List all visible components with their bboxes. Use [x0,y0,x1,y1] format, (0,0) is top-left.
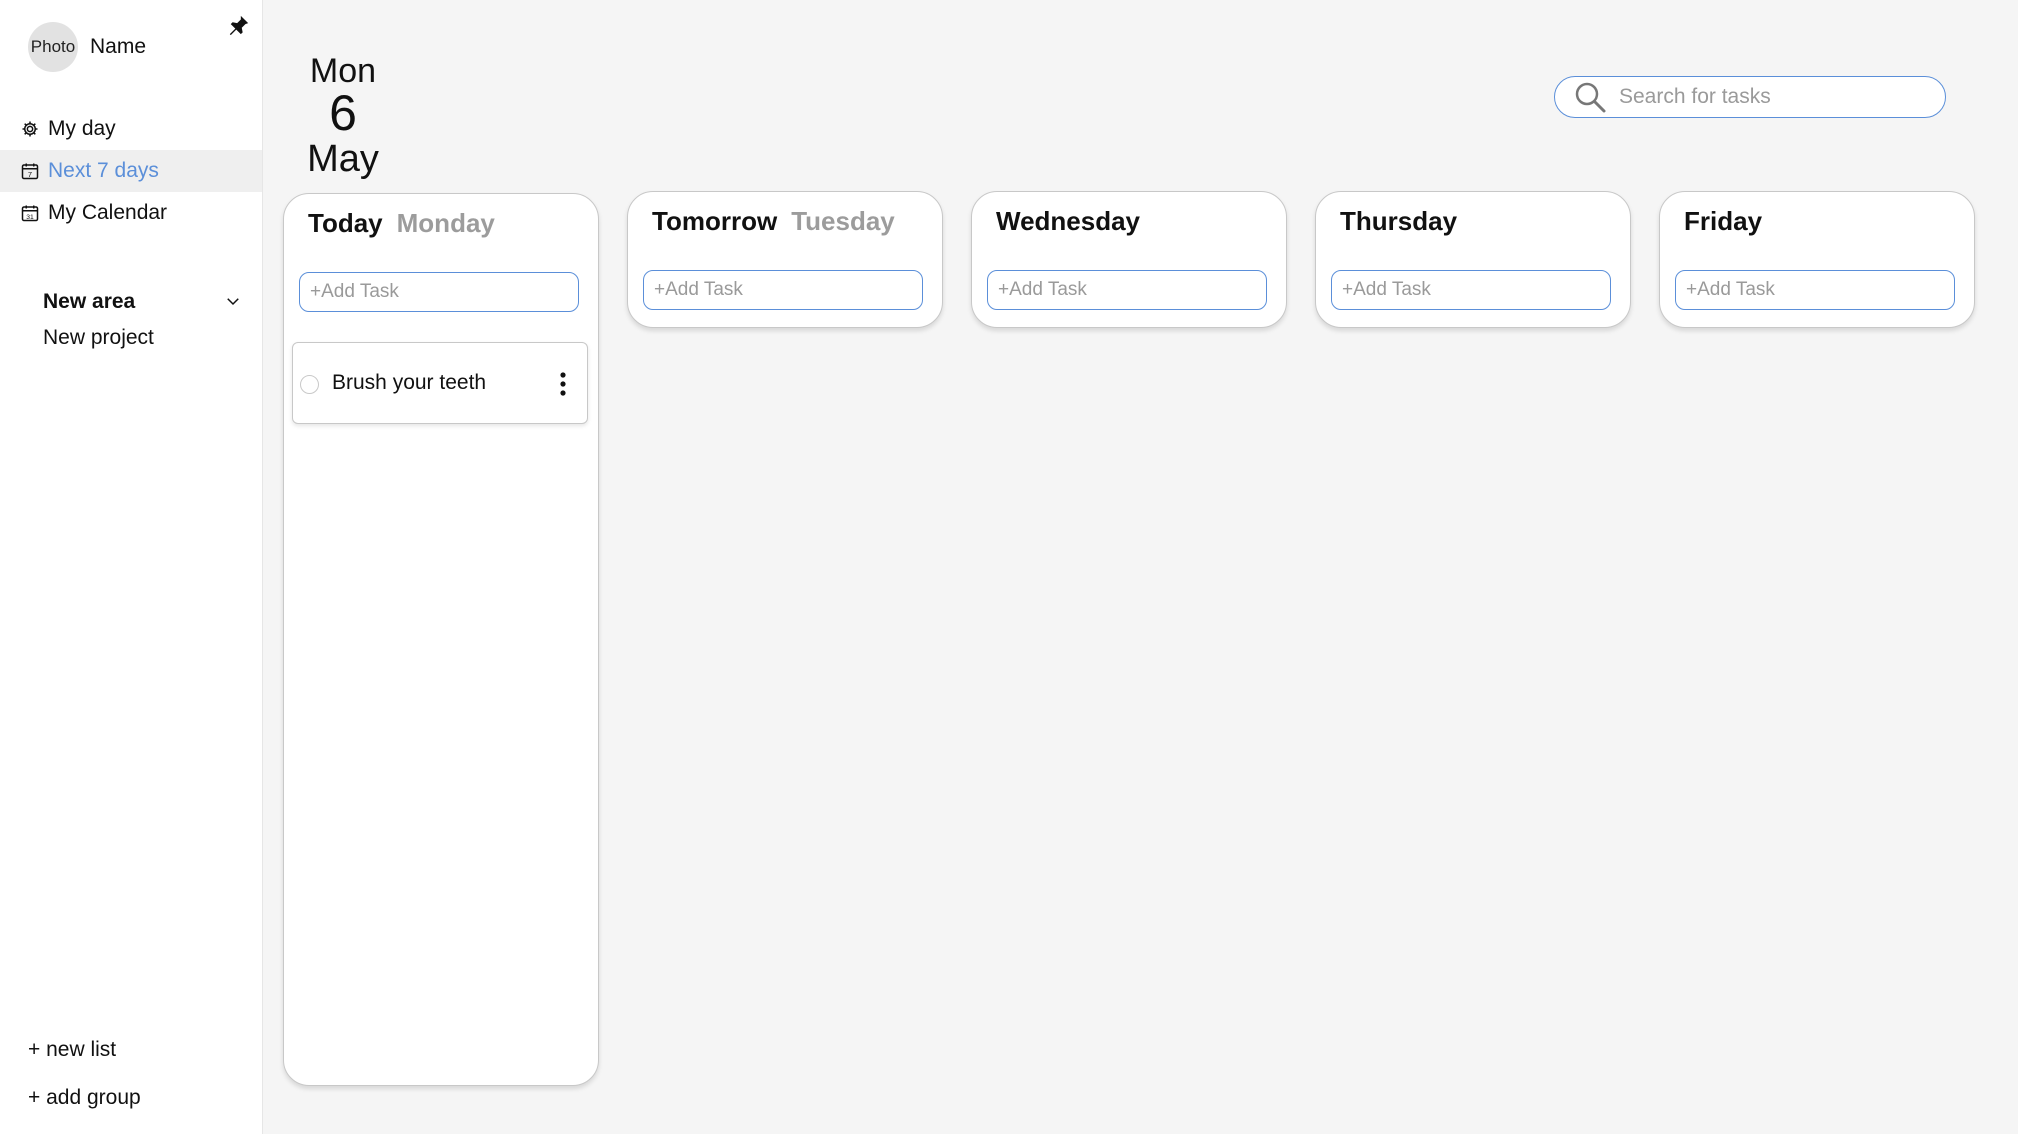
column-subtitle: Monday [396,208,495,238]
sidebar-item-label: Next 7 days [48,159,159,182]
column-subtitle: Tuesday [791,206,895,236]
sidebar: Photo Name My day 7 Next 7 days 31 My Ca… [0,0,263,1134]
column-header: Wednesday [996,206,1140,237]
task-checkbox[interactable] [300,375,319,394]
column-title: Thursday [1340,206,1458,236]
column-title: Tomorrow [652,206,778,236]
column-header: Tomorrow Tuesday [652,206,895,237]
add-task-input[interactable] [1331,270,1611,310]
sidebar-item-new-project[interactable]: New project [43,326,154,350]
day-column-today: Today Monday Brush your teeth [283,193,599,1086]
column-title: Today [308,208,383,238]
add-task-input[interactable] [299,272,579,312]
sidebar-item-label: My Calendar [48,201,168,224]
profile-name: Name [90,35,147,58]
chevron-down-icon[interactable] [224,292,242,310]
day-column-friday: Friday [1659,191,1975,328]
day-column-wednesday: Wednesday [971,191,1287,328]
sidebar-item-my-day[interactable]: My day [0,108,262,150]
sidebar-item-my-calendar[interactable]: 31 My Calendar [0,192,262,234]
column-header: Friday [1684,206,1762,237]
search-icon [1575,82,1606,113]
search-bar[interactable] [1554,76,1946,118]
calendar-31-icon: 31 [20,203,40,223]
add-task-input[interactable] [1675,270,1955,310]
add-group-button[interactable]: + add group [28,1086,141,1110]
add-task-input[interactable] [643,270,923,310]
sidebar-item-label: My day [48,117,116,140]
area-title[interactable]: New area [43,290,135,314]
avatar[interactable]: Photo [28,22,78,72]
more-vertical-icon[interactable] [558,371,568,397]
column-header: Today Monday [308,208,495,239]
task-text: Brush your teeth [332,371,487,394]
column-header: Thursday [1340,206,1457,237]
day-column-thursday: Thursday [1315,191,1631,328]
date-day: 6 [329,85,357,141]
svg-text:7: 7 [28,170,32,179]
current-date: Mon 6 May [300,52,386,182]
add-task-input[interactable] [987,270,1267,310]
column-title: Friday [1684,206,1763,236]
date-month: May [307,138,379,180]
day-column-tomorrow: Tomorrow Tuesday [627,191,943,328]
new-list-button[interactable]: + new list [28,1038,116,1062]
column-title: Wednesday [996,206,1141,236]
avatar-label: Photo [30,37,76,56]
pin-icon[interactable] [228,14,250,36]
gear-icon [20,119,40,139]
task-card[interactable]: Brush your teeth [292,342,588,424]
sidebar-item-next-7-days[interactable]: 7 Next 7 days [0,150,262,192]
profile[interactable]: Photo Name [28,20,146,74]
svg-text:31: 31 [26,214,34,221]
calendar-7-icon: 7 [20,161,40,181]
search-input[interactable] [1617,84,1921,110]
